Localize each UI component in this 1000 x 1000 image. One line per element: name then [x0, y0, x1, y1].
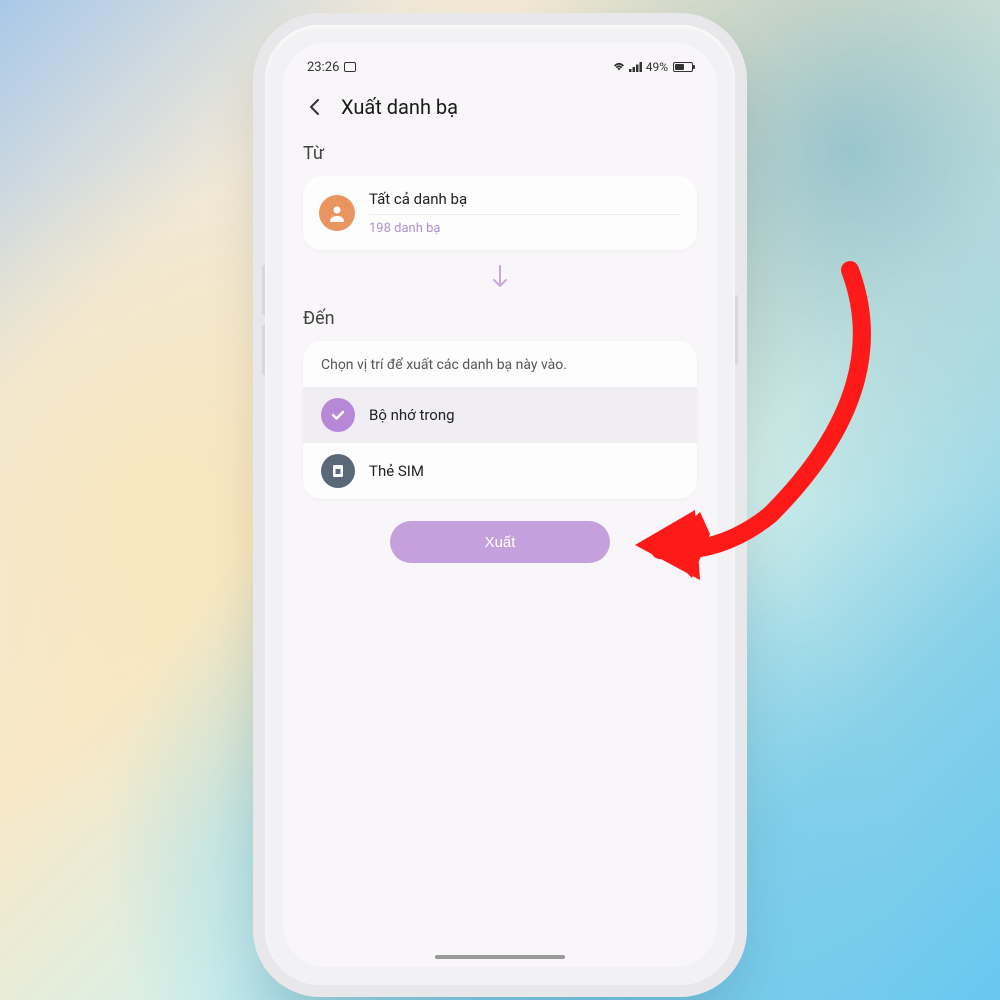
to-section-label: Đến — [303, 308, 697, 329]
page-title: Xuất danh bạ — [341, 95, 458, 119]
source-card[interactable]: Tất cả danh bạ 198 danh bạ — [303, 176, 697, 250]
option-internal-storage[interactable]: Bộ nhớ trong — [303, 387, 697, 443]
option-sim-card[interactable]: Thẻ SIM — [303, 443, 697, 499]
battery-icon — [673, 62, 693, 72]
contact-icon — [319, 195, 355, 231]
option-label: Bộ nhớ trong — [369, 406, 455, 424]
chevron-left-icon — [305, 97, 325, 117]
home-indicator[interactable] — [435, 955, 565, 959]
status-bar: 23:26 49% — [283, 51, 717, 83]
status-battery-percent: 49% — [646, 60, 668, 74]
volume-down-button — [262, 325, 265, 375]
back-button[interactable] — [303, 95, 327, 119]
phone-frame: 23:26 49% — [265, 25, 735, 985]
check-icon — [321, 398, 355, 432]
page-header: Xuất danh bạ — [283, 83, 717, 127]
from-section-label: Từ — [303, 143, 697, 164]
source-name: Tất cả danh bạ — [369, 190, 681, 215]
export-button[interactable]: Xuất — [390, 521, 610, 563]
status-time: 23:26 — [307, 60, 339, 75]
phone-screen: 23:26 49% — [283, 43, 717, 967]
arrow-down-icon — [303, 250, 697, 302]
wifi-icon — [612, 62, 626, 72]
option-label: Thẻ SIM — [369, 462, 424, 480]
source-count: 198 danh bạ — [369, 221, 681, 236]
volume-up-button — [262, 265, 265, 315]
picture-icon — [344, 62, 356, 72]
power-button — [735, 295, 738, 365]
destination-card: Chọn vị trí để xuất các danh bạ này vào.… — [303, 341, 697, 499]
sim-icon — [321, 454, 355, 488]
signal-icon — [629, 62, 643, 72]
destination-hint: Chọn vị trí để xuất các danh bạ này vào. — [303, 341, 697, 387]
